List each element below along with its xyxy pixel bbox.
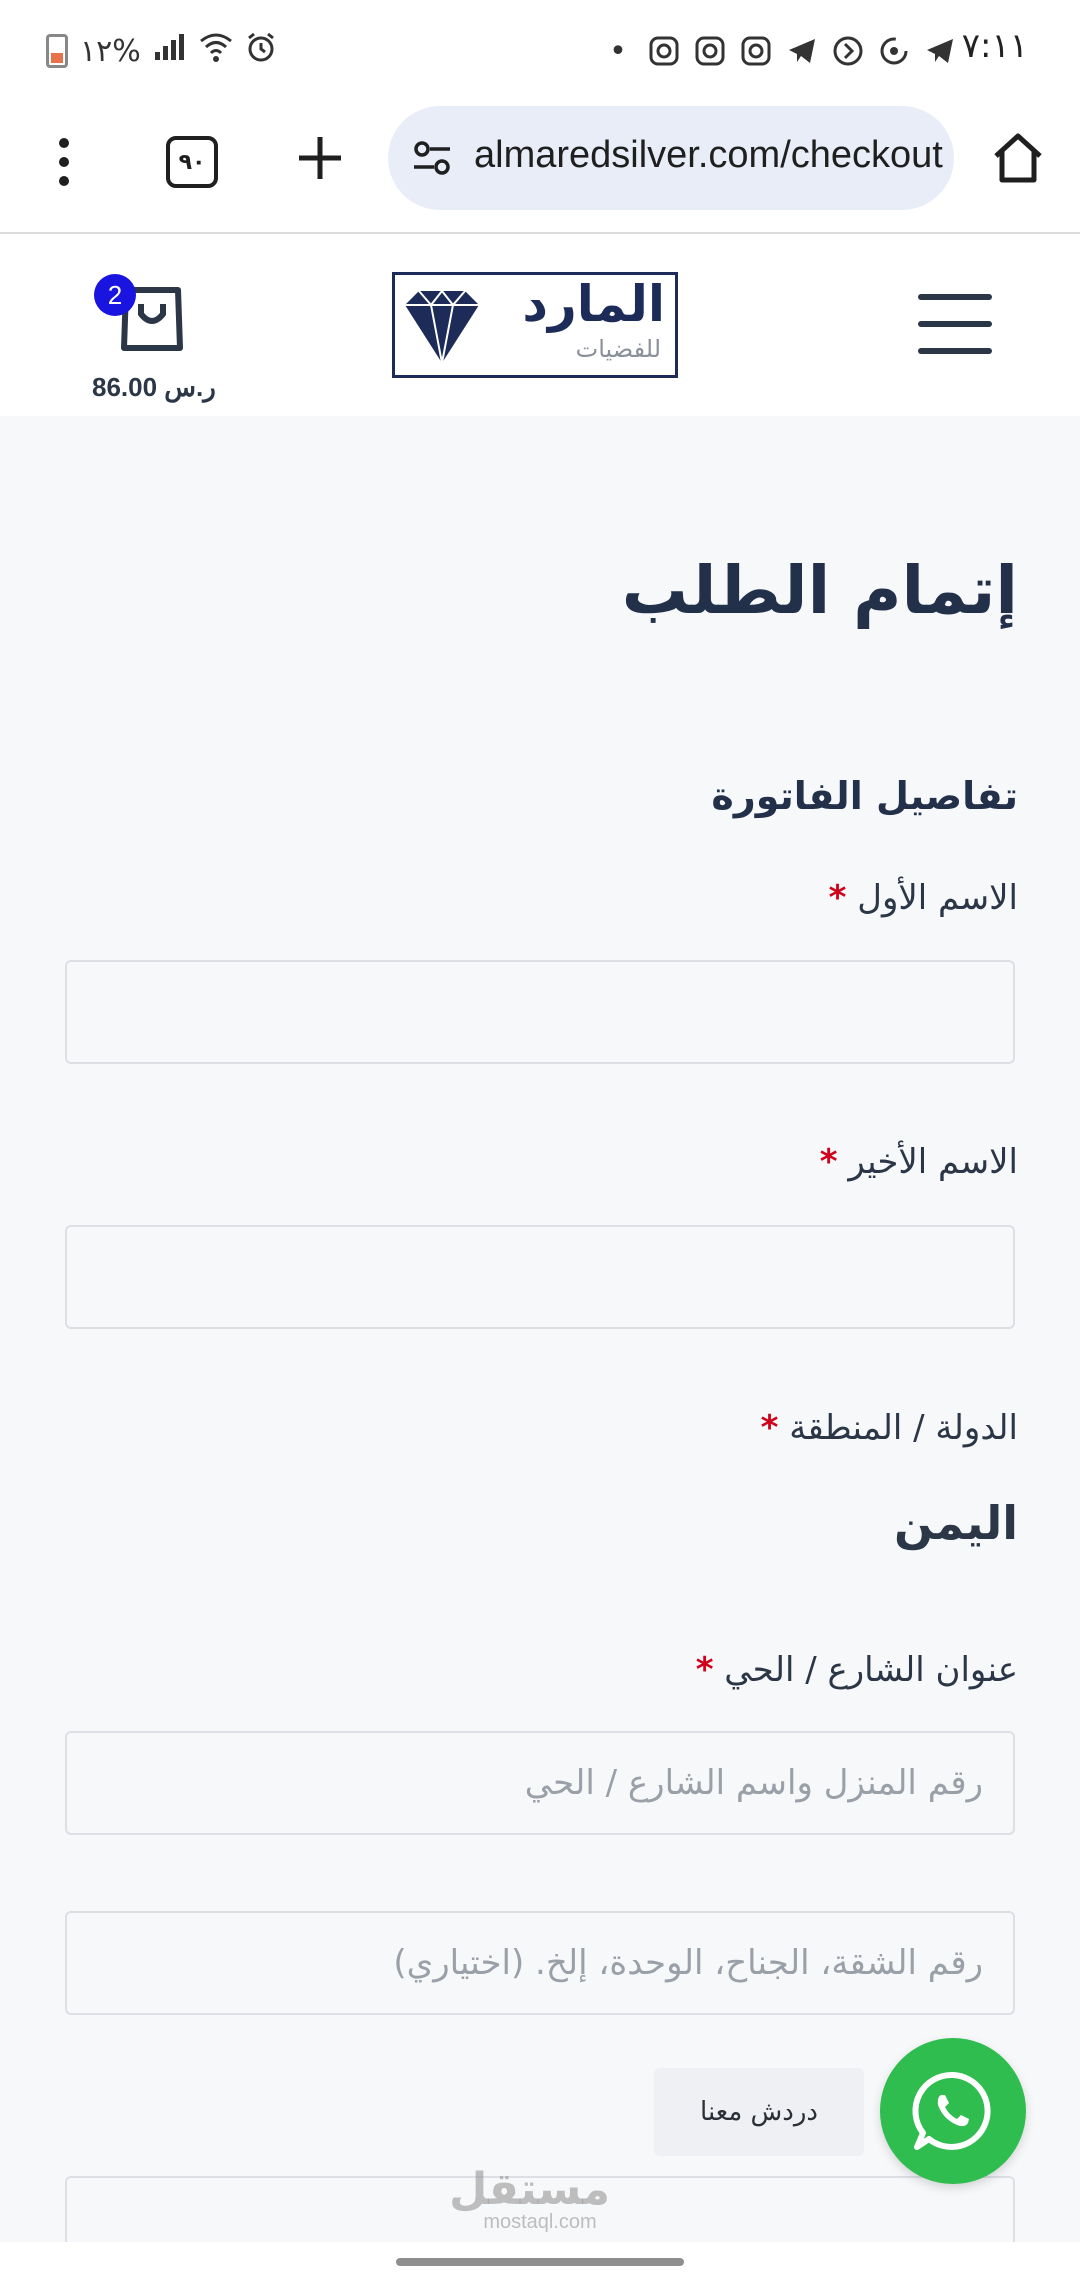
plus-icon (299, 137, 341, 179)
tab-switcher-button[interactable]: ٩٠ (166, 136, 218, 188)
hamburger-line-icon (918, 348, 992, 354)
url-text[interactable]: almaredsilver.com/checkout (474, 134, 943, 177)
address-bar[interactable]: almaredsilver.com/checkout (388, 106, 954, 210)
watermark-arabic: مستقل (449, 2164, 610, 2215)
instagram-icon (692, 33, 728, 69)
site-settings-icon[interactable] (410, 136, 454, 180)
menu-dot-icon (59, 176, 69, 186)
chat-with-us-label[interactable]: دردش معنا (654, 2068, 864, 2156)
street-address-label: عنوان الشارع / الحي * (696, 1650, 1018, 1690)
new-tab-button[interactable] (292, 130, 348, 186)
last-name-input[interactable] (65, 1225, 1015, 1329)
first-name-input[interactable] (65, 960, 1015, 1064)
signal-icon (153, 32, 187, 70)
required-mark: * (819, 1142, 838, 1182)
hamburger-menu-button[interactable] (918, 294, 992, 354)
menu-dot-icon (59, 157, 69, 167)
diamond-logo-icon (405, 289, 479, 364)
logo-subtext: للفضيات (575, 335, 661, 363)
watermark: مستقل mostaql.com (449, 2164, 610, 2233)
whatsapp-icon (912, 2071, 991, 2150)
instagram-icon (738, 33, 774, 69)
watermark-english: mostaql.com (483, 2211, 597, 2233)
cart-count-badge: 2 (94, 274, 136, 316)
gesture-handle[interactable] (396, 2258, 684, 2266)
telegram-icon (784, 33, 820, 69)
alarm-icon (245, 31, 277, 71)
system-nav-bar (0, 2242, 1080, 2280)
page-title: إتمام الطلب (621, 552, 1018, 629)
whatsapp-button[interactable] (880, 2038, 1026, 2184)
home-button[interactable] (988, 128, 1048, 188)
first-name-label: الاسم الأول * (829, 878, 1018, 918)
battery-percent: ١٢% (80, 33, 141, 69)
home-icon (994, 133, 1042, 183)
street-address-input[interactable] (65, 1731, 1015, 1835)
last-name-label-text: الاسم الأخير (848, 1142, 1018, 1182)
last-name-label: الاسم الأخير * (820, 1142, 1018, 1182)
instagram-icon (646, 33, 682, 69)
menu-dot-icon (59, 138, 69, 148)
cart-button[interactable]: 2 86.00 ر.س (88, 262, 228, 402)
wifi-icon (199, 31, 233, 71)
required-mark: * (695, 1650, 714, 1690)
first-name-label-text: الاسم الأول (857, 878, 1018, 918)
country-value: اليمن (893, 1496, 1018, 1550)
battery-icon (46, 34, 68, 68)
country-label-text: الدولة / المنطقة (789, 1408, 1018, 1448)
required-mark: * (760, 1408, 779, 1448)
logo-text: المارد (522, 275, 665, 333)
status-time: ٧:١١ (961, 26, 1028, 66)
country-label: الدولة / المنطقة * (761, 1408, 1018, 1448)
notification-icons: • (600, 28, 958, 74)
cart-total: 86.00 ر.س (92, 372, 216, 402)
status-left: ١٢% (46, 28, 277, 74)
apartment-input[interactable] (65, 1911, 1015, 2015)
browser-toolbar: ٩٠ almaredsilver.com/checkout (0, 100, 1080, 234)
hamburger-line-icon (918, 321, 992, 327)
sync-icon (876, 33, 912, 69)
browser-menu-button[interactable] (40, 130, 88, 194)
billing-section-title: تفاصيل الفاتورة (711, 774, 1018, 818)
dot-icon: • (609, 33, 627, 69)
hamburger-line-icon (918, 294, 992, 300)
chevron-circle-icon (830, 33, 866, 69)
required-mark: * (828, 878, 847, 918)
status-bar: ١٢% • ٧:١١ (0, 0, 1080, 100)
site-header: 2 86.00 ر.س المارد للفضيات (0, 234, 1080, 416)
site-logo[interactable]: المارد للفضيات (392, 272, 678, 378)
street-label-text: عنوان الشارع / الحي (724, 1650, 1018, 1690)
telegram-icon (922, 33, 958, 69)
